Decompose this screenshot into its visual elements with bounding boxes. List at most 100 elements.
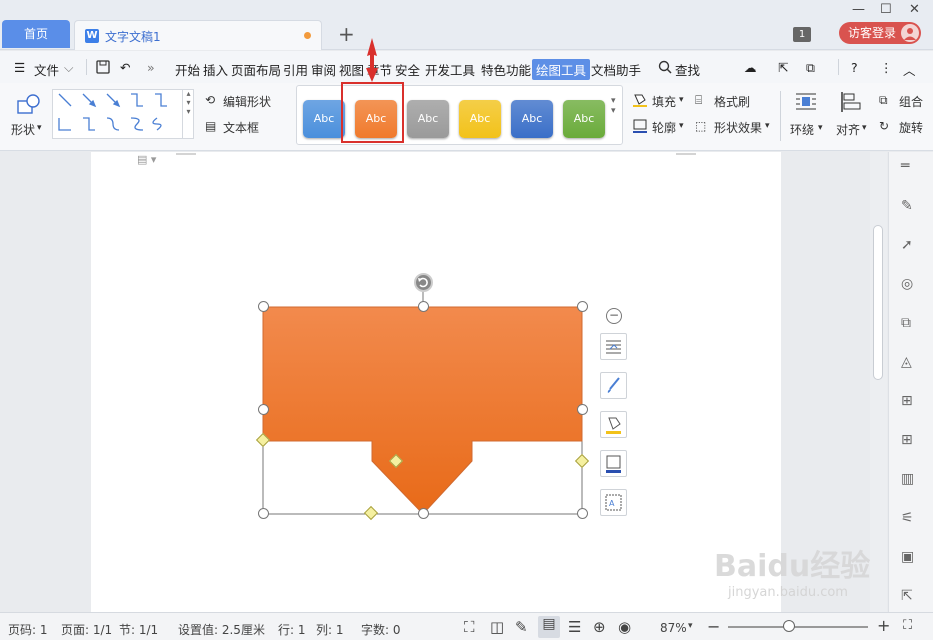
menu-drawing-tools[interactable]: 绘图工具 bbox=[532, 59, 591, 80]
shape-fill-icon[interactable] bbox=[600, 411, 627, 438]
menu-page-layout[interactable]: 页面布局 bbox=[231, 60, 281, 79]
align-button[interactable]: 对齐 bbox=[836, 121, 860, 138]
text-box-button[interactable]: 文本框 bbox=[223, 119, 259, 136]
gallery-scroll[interactable]: ▴ ▾ ▾ bbox=[182, 89, 194, 139]
cursor-icon[interactable]: ➚ bbox=[901, 226, 914, 265]
resize-handle-bottom[interactable] bbox=[418, 508, 429, 519]
new-tab-button[interactable]: + bbox=[338, 22, 355, 46]
guest-login-button[interactable]: 访客登录 bbox=[839, 22, 921, 44]
rotate-icon[interactable]: ↻ bbox=[879, 119, 889, 133]
rotate-button[interactable]: 旋转 bbox=[899, 119, 923, 136]
menu-reference[interactable]: 引用 bbox=[283, 60, 308, 79]
menu-view[interactable]: 视图 bbox=[339, 60, 364, 79]
text-wrap-icon[interactable]: A bbox=[600, 489, 627, 516]
outline-icon[interactable] bbox=[632, 119, 648, 136]
zoom-out-icon[interactable]: − bbox=[707, 617, 720, 636]
chevron-down-icon[interactable]: ▾ bbox=[679, 121, 684, 131]
resize-handle-bottom-right[interactable] bbox=[577, 508, 588, 519]
shapes-icon[interactable]: ⧉ bbox=[901, 304, 914, 343]
cloud-icon[interactable]: ☁ bbox=[744, 60, 757, 75]
shape-button[interactable]: 形状 bbox=[11, 121, 35, 138]
menu-review[interactable]: 审阅 bbox=[311, 60, 336, 79]
scrollbar-thumb[interactable] bbox=[873, 225, 883, 380]
pen-icon[interactable]: ✎ bbox=[901, 187, 914, 226]
line-gallery[interactable] bbox=[52, 89, 194, 139]
edit-mode-icon[interactable]: ✎ bbox=[515, 618, 528, 636]
style-gallery-more-icon[interactable]: ▾ ▾ bbox=[611, 96, 616, 116]
layers-icon[interactable]: ◬ bbox=[901, 343, 914, 382]
tab-document[interactable]: W 文字文稿1 bbox=[74, 20, 322, 50]
menu-insert[interactable]: 插入 bbox=[203, 60, 228, 79]
collab-icon[interactable]: ⧉ bbox=[806, 60, 815, 76]
resize-handle-top[interactable] bbox=[418, 301, 429, 312]
zoom-slider[interactable] bbox=[728, 626, 868, 628]
zoom-in-icon[interactable]: + bbox=[877, 616, 890, 635]
page-view-icon[interactable]: ▤ bbox=[538, 616, 560, 638]
chevron-down-icon[interactable]: ▾ bbox=[765, 121, 770, 131]
help-icon[interactable]: ? bbox=[851, 60, 858, 75]
window-count-badge[interactable]: 1 bbox=[793, 27, 811, 42]
web-view-icon[interactable]: ⊕ bbox=[593, 618, 606, 636]
style-green[interactable]: Abc bbox=[563, 100, 605, 138]
tab-home[interactable]: 首页 bbox=[2, 20, 70, 48]
share-icon[interactable]: ⇱ bbox=[778, 60, 788, 75]
rotate-handle-icon[interactable] bbox=[414, 273, 433, 292]
style-dark-blue[interactable]: Abc bbox=[511, 100, 553, 138]
align-icon[interactable] bbox=[840, 91, 862, 116]
hamburger-icon[interactable]: ☰ bbox=[14, 60, 25, 75]
chevron-down-icon[interactable]: ▾ bbox=[862, 123, 867, 133]
shape-effect-icon[interactable]: ⬚ bbox=[695, 119, 706, 133]
menu-start[interactable]: 开始 bbox=[175, 60, 200, 79]
status-section[interactable]: 节: 1/1 bbox=[119, 621, 158, 638]
menu-features[interactable]: 特色功能 bbox=[481, 60, 531, 79]
zoom-slider-thumb[interactable] bbox=[783, 620, 795, 632]
paragraph-icon[interactable]: ▤ ▾ bbox=[137, 153, 156, 166]
undo-icon[interactable]: ↶ bbox=[120, 60, 130, 75]
status-page-number[interactable]: 页码: 1 bbox=[8, 621, 48, 638]
export-icon[interactable]: ⇱ bbox=[901, 577, 914, 616]
resize-handle-right[interactable] bbox=[577, 404, 588, 415]
eye-protection-icon[interactable]: ◉ bbox=[618, 618, 631, 636]
outline-view-icon[interactable]: ☰ bbox=[568, 618, 581, 636]
fill-icon[interactable] bbox=[632, 93, 648, 110]
search-icon[interactable] bbox=[658, 60, 672, 77]
image-icon[interactable]: ▣ bbox=[901, 538, 914, 577]
fill-button[interactable]: 填充 bbox=[652, 93, 676, 110]
collapse-tools-icon[interactable]: − bbox=[606, 308, 622, 324]
status-word-count[interactable]: 字数: 0 bbox=[361, 621, 401, 638]
minimize-icon[interactable]: — bbox=[852, 2, 865, 17]
more-icon[interactable]: » bbox=[147, 60, 155, 75]
more-options-icon[interactable]: ⋮ bbox=[880, 60, 893, 75]
collapse-ribbon-icon[interactable]: ︿ bbox=[903, 60, 916, 79]
zoom-level[interactable]: 87% bbox=[660, 621, 687, 635]
shape-outline-icon[interactable] bbox=[600, 450, 627, 477]
format-brush-button[interactable]: 格式刷 bbox=[714, 93, 750, 110]
edit-shape-icon[interactable]: ⟲ bbox=[205, 93, 215, 107]
resize-handle-bottom-left[interactable] bbox=[258, 508, 269, 519]
group-icon[interactable]: ⧉ bbox=[879, 93, 888, 108]
chevron-down-icon[interactable]: ▾ bbox=[818, 123, 823, 133]
fullscreen-icon[interactable]: ⛶ bbox=[464, 618, 475, 636]
style-gray[interactable]: Abc bbox=[407, 100, 449, 138]
wrap-button[interactable]: 环绕 bbox=[790, 121, 814, 138]
read-mode-icon[interactable]: ◫ bbox=[490, 618, 504, 636]
table-icon[interactable]: ⊞ bbox=[901, 382, 914, 421]
menu-security[interactable]: 安全 bbox=[395, 60, 420, 79]
edit-shape-button[interactable]: 编辑形状 bbox=[223, 93, 271, 110]
text-box-icon[interactable]: ▤ bbox=[205, 119, 216, 133]
style-yellow[interactable]: Abc bbox=[459, 100, 501, 138]
sliders-icon[interactable]: ⚟ bbox=[901, 499, 914, 538]
apps-icon[interactable]: ⊞ bbox=[901, 421, 914, 460]
chevron-down-icon[interactable]: ▾ bbox=[37, 123, 42, 133]
outline-button[interactable]: 轮廓 bbox=[652, 119, 676, 136]
resize-handle-left[interactable] bbox=[258, 404, 269, 415]
format-brush-icon[interactable]: ⌸ bbox=[695, 93, 702, 108]
menu-doc-helper[interactable]: 文档助手 bbox=[591, 60, 641, 79]
wrap-icon[interactable] bbox=[795, 91, 817, 114]
chart-icon[interactable]: ▥ bbox=[901, 460, 914, 499]
medal-icon[interactable]: ◎ bbox=[901, 265, 914, 304]
status-pages[interactable]: 页面: 1/1 bbox=[61, 621, 112, 638]
status-column[interactable]: 列: 1 bbox=[316, 621, 344, 638]
shape-style-brush-icon[interactable] bbox=[600, 372, 627, 399]
maximize-icon[interactable]: ☐ bbox=[880, 2, 892, 17]
